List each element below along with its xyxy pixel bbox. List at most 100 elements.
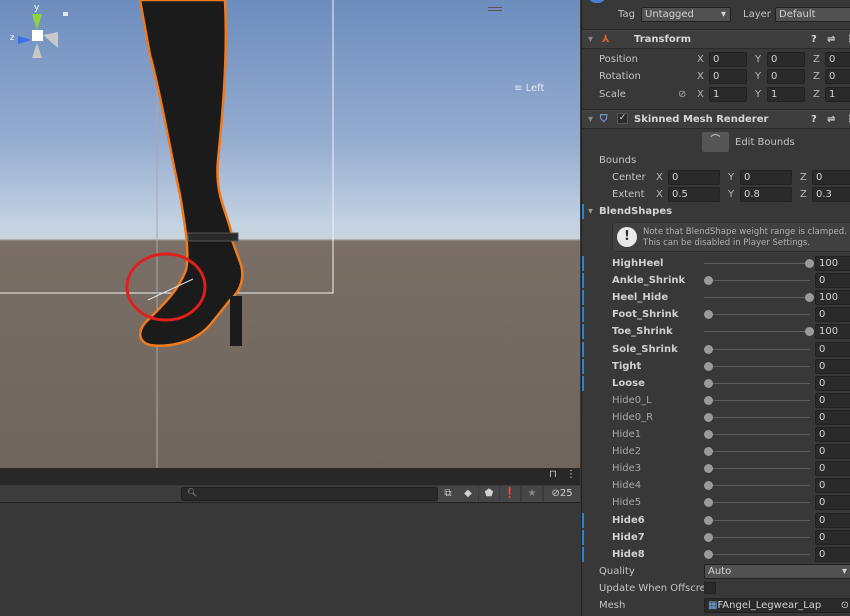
- slider-knob[interactable]: [704, 447, 713, 457]
- blendshape-slider[interactable]: [704, 519, 810, 521]
- blendshape-slider[interactable]: [704, 468, 810, 470]
- blendshape-value-field[interactable]: 0: [815, 409, 850, 425]
- blendshape-slider[interactable]: [704, 553, 810, 555]
- enabled-checkbox[interactable]: ✓: [617, 113, 628, 124]
- x-field[interactable]: 1: [709, 87, 747, 102]
- blendshape-value-field[interactable]: 0: [815, 461, 850, 477]
- blendshape-slider[interactable]: [704, 399, 810, 401]
- help-icon[interactable]: ?: [811, 30, 817, 49]
- slider-knob[interactable]: [704, 515, 713, 525]
- constrain-proportions-icon[interactable]: ⊘: [678, 86, 686, 103]
- scene-menu-handle[interactable]: [488, 7, 502, 11]
- blendshape-slider[interactable]: [704, 485, 810, 487]
- more-icon[interactable]: ⋮: [845, 30, 850, 49]
- open-window-icon[interactable]: ⧉: [438, 486, 458, 502]
- more-icon[interactable]: ⋮: [566, 469, 576, 480]
- slider-knob[interactable]: [805, 259, 814, 268]
- blendshape-value-field[interactable]: 100: [815, 324, 850, 340]
- transform-header[interactable]: ▾ ⅄ Transform ? ⇌ ⋮: [582, 29, 850, 49]
- blendshape-slider[interactable]: [704, 365, 810, 367]
- blendshape-value-field[interactable]: 0: [815, 478, 850, 494]
- lock-icon[interactable]: ⊓: [549, 469, 557, 480]
- skinned-mesh-renderer-header[interactable]: ▾ ⛉ ✓ Skinned Mesh Renderer ? ⇌ ⋮: [582, 109, 850, 129]
- slider-knob[interactable]: [704, 310, 713, 320]
- label-icon[interactable]: ⬟: [479, 486, 499, 502]
- blendshape-slider[interactable]: [704, 280, 810, 282]
- orientation-gizmo[interactable]: y z: [0, 0, 80, 90]
- slider-knob[interactable]: [704, 378, 713, 388]
- help-icon[interactable]: ?: [811, 110, 817, 129]
- hidden-count-button[interactable]: ⊘25: [544, 486, 580, 502]
- search-input[interactable]: 🔍︎: [181, 487, 438, 501]
- foldout-arrow-icon[interactable]: ▾: [588, 30, 593, 49]
- blendshape-slider[interactable]: [704, 314, 810, 316]
- blendshape-value-field[interactable]: 0: [815, 546, 850, 562]
- scene-filter-icon[interactable]: ◆: [458, 486, 478, 502]
- scene-view[interactable]: y z ≡ Left: [0, 0, 580, 468]
- blendshape-slider[interactable]: [704, 382, 810, 384]
- preset-icon[interactable]: ⇌: [827, 110, 835, 129]
- y-field[interactable]: 0: [767, 69, 805, 84]
- slider-knob[interactable]: [704, 412, 713, 422]
- blendshape-slider[interactable]: [704, 416, 810, 418]
- blendshape-value-field[interactable]: 0: [815, 392, 850, 408]
- blendshape-value-field[interactable]: 100: [815, 256, 850, 271]
- slider-knob[interactable]: [704, 532, 713, 542]
- blendshape-value-field[interactable]: 0: [815, 512, 850, 528]
- y-field[interactable]: 0.8: [740, 187, 792, 202]
- slider-knob[interactable]: [704, 344, 713, 354]
- slider-knob[interactable]: [704, 361, 713, 371]
- blendshape-value-field[interactable]: 0: [815, 375, 850, 391]
- y-field[interactable]: 0: [740, 170, 792, 185]
- slider-knob[interactable]: [704, 498, 713, 508]
- edit-bounds-button[interactable]: ⌒: [702, 132, 729, 152]
- slider-knob[interactable]: [805, 293, 814, 303]
- blendshape-value-field[interactable]: 0: [815, 444, 850, 460]
- slider-knob[interactable]: [704, 464, 713, 474]
- blendshape-value-field[interactable]: 0: [815, 529, 850, 545]
- z-field[interactable]: 1: [825, 87, 850, 102]
- x-field[interactable]: 0: [668, 170, 720, 185]
- object-picker-icon[interactable]: ⊙: [841, 599, 849, 612]
- blendshape-slider[interactable]: [704, 451, 810, 453]
- z-field[interactable]: 0: [812, 170, 850, 185]
- blendshape-value-field[interactable]: 0: [815, 427, 850, 442]
- tag-dropdown[interactable]: Untagged ▾: [641, 7, 731, 22]
- preset-icon[interactable]: ⇌: [827, 30, 835, 49]
- slider-knob[interactable]: [704, 430, 713, 439]
- blendshape-slider[interactable]: [704, 502, 810, 504]
- star-icon[interactable]: ★: [522, 486, 542, 502]
- blendshape-value-field[interactable]: 0: [815, 273, 850, 289]
- slider-knob[interactable]: [704, 481, 713, 491]
- blendshape-value-field[interactable]: 0: [815, 358, 850, 374]
- y-field[interactable]: 1: [767, 87, 805, 102]
- mesh-field[interactable]: ▦FAngel_Legwear_Lap ⊙: [704, 598, 850, 613]
- blendshape-value-field[interactable]: 0: [815, 307, 850, 323]
- x-field[interactable]: 0.5: [668, 187, 720, 202]
- y-field[interactable]: 0: [767, 52, 805, 67]
- slider-knob[interactable]: [704, 276, 713, 286]
- update-offscreen-checkbox[interactable]: [704, 582, 716, 594]
- z-field[interactable]: 0: [825, 69, 850, 84]
- blendshape-slider[interactable]: [704, 331, 810, 333]
- warning-icon[interactable]: ❗: [500, 486, 520, 502]
- z-field[interactable]: 0.3: [812, 187, 850, 202]
- blendshape-slider[interactable]: [704, 263, 810, 264]
- blendshape-value-field[interactable]: 0: [815, 341, 850, 357]
- blendshapes-foldout[interactable]: ▾ BlendShapes: [582, 203, 850, 220]
- z-field[interactable]: 0: [825, 52, 850, 67]
- blendshape-value-field[interactable]: 0: [815, 495, 850, 511]
- view-orientation-label[interactable]: ≡ Left: [514, 83, 544, 94]
- blendshape-value-field[interactable]: 100: [815, 290, 850, 306]
- layer-dropdown[interactable]: Default: [775, 7, 850, 22]
- slider-knob[interactable]: [805, 327, 814, 337]
- blendshape-slider[interactable]: [704, 297, 810, 299]
- slider-knob[interactable]: [704, 395, 713, 405]
- quality-dropdown[interactable]: Auto ▾: [704, 564, 850, 579]
- blendshape-slider[interactable]: [704, 536, 810, 538]
- x-field[interactable]: 0: [709, 52, 747, 67]
- blendshape-slider[interactable]: [704, 434, 810, 435]
- foldout-arrow-icon[interactable]: ▾: [588, 110, 593, 129]
- more-icon[interactable]: ⋮: [845, 110, 850, 129]
- blendshape-slider[interactable]: [704, 348, 810, 350]
